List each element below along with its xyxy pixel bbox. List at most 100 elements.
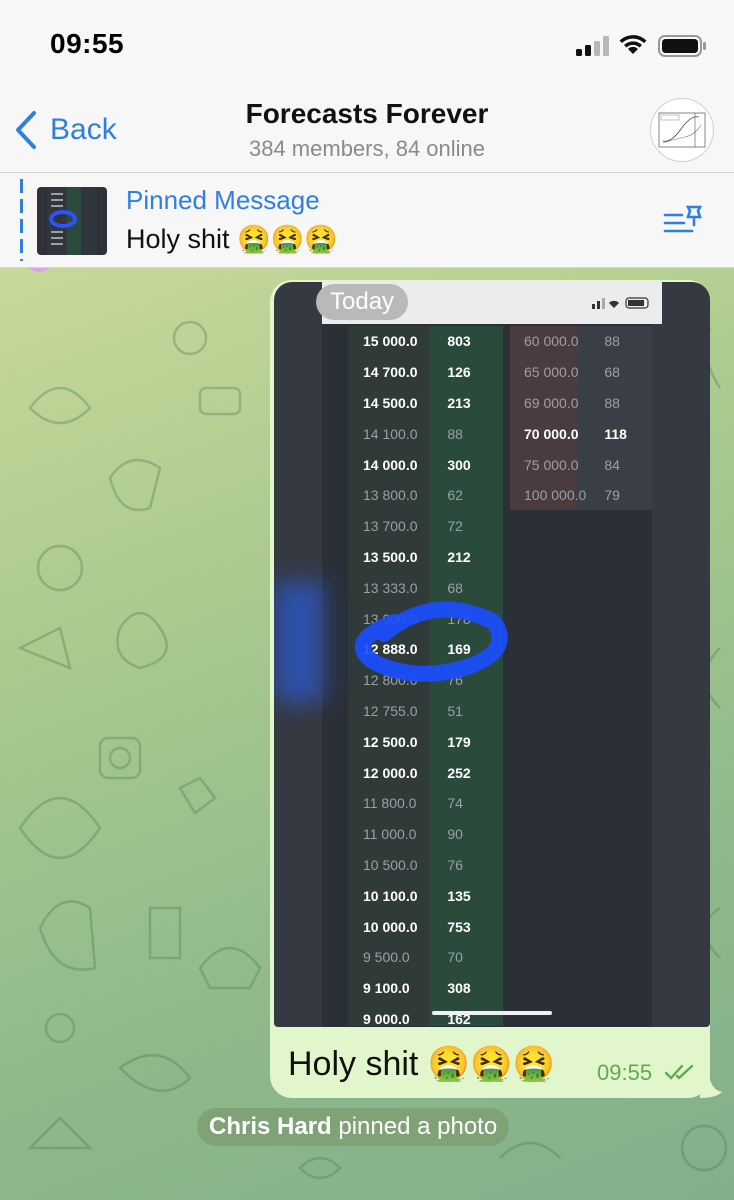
battery-icon bbox=[658, 35, 706, 57]
cellular-signal-icon bbox=[576, 36, 609, 56]
bid-price: 11 000.0 bbox=[363, 826, 417, 843]
bid-qty: 753 bbox=[447, 918, 471, 935]
bid-row: 14 700.0 126 bbox=[348, 357, 503, 388]
bid-qty: 90 bbox=[447, 826, 463, 843]
bid-price: 9 100.0 bbox=[363, 980, 410, 997]
ask-price: 65 000.0 bbox=[524, 364, 579, 381]
bid-price: 14 700.0 bbox=[363, 364, 418, 381]
chat-header: Back Forecasts Forever 384 members, 84 o… bbox=[0, 92, 734, 172]
ask-qty: 118 bbox=[604, 425, 627, 442]
bid-row: 10 500.0 76 bbox=[348, 850, 503, 881]
ask-row: 65 000.0 68 bbox=[510, 357, 652, 388]
ask-table: 60 000.0 88 65 000.0 68 69 000.0 88 70 000.0 11… bbox=[510, 326, 652, 510]
bid-price: 13 800.0 bbox=[363, 487, 418, 504]
pinned-indicator bbox=[20, 179, 23, 261]
bid-price: 14 100.0 bbox=[363, 425, 418, 442]
bid-qty: 88 bbox=[447, 425, 463, 442]
bid-price: 11 800.0 bbox=[363, 795, 417, 812]
bid-row: 10 100.0 135 bbox=[348, 880, 503, 911]
bid-qty: 252 bbox=[447, 764, 471, 781]
ask-price: 75 000.0 bbox=[524, 456, 579, 473]
bid-qty: 62 bbox=[447, 487, 463, 504]
ask-qty: 88 bbox=[604, 394, 620, 411]
bid-qty: 76 bbox=[447, 856, 463, 873]
bid-price: 9 000.0 bbox=[363, 1010, 410, 1027]
bid-qty: 74 bbox=[447, 795, 463, 812]
bid-price: 12 500.0 bbox=[363, 733, 418, 750]
bid-row: 11 800.0 74 bbox=[348, 788, 503, 819]
bid-qty: 179 bbox=[447, 733, 471, 750]
ask-row: 100 000.0 79 bbox=[510, 480, 652, 511]
bid-qty: 803 bbox=[447, 333, 471, 350]
chart-thumbnail-icon bbox=[658, 112, 706, 148]
bid-price: 10 500.0 bbox=[363, 856, 418, 873]
bid-qty: 300 bbox=[447, 456, 471, 473]
bid-row: 14 100.0 88 bbox=[348, 418, 503, 449]
bid-row: 9 100.0 308 bbox=[348, 973, 503, 1004]
service-message[interactable]: Chris Hard pinned a photo bbox=[197, 1108, 510, 1146]
ask-qty: 68 bbox=[604, 364, 620, 381]
chat-subtitle: 384 members, 84 online bbox=[248, 136, 486, 161]
bid-price: 14 500.0 bbox=[363, 394, 418, 411]
message-text: Holy shit 🤮🤮🤮 bbox=[288, 1045, 555, 1083]
ask-qty: 79 bbox=[604, 487, 620, 504]
ask-row: 69 000.0 88 bbox=[510, 388, 652, 419]
bid-row: 12 000.0 252 bbox=[348, 757, 503, 788]
bid-qty: 135 bbox=[447, 887, 471, 904]
status-bar: 09:55 bbox=[0, 0, 734, 92]
ask-price: 69 000.0 bbox=[524, 394, 579, 411]
bid-row: 14 000.0 300 bbox=[348, 449, 503, 480]
bid-qty: 308 bbox=[447, 980, 471, 997]
group-avatar[interactable] bbox=[650, 98, 714, 162]
message-photo[interactable]: 15 000.0 803 14 700.0 126 14 500.0 213 14 100.… bbox=[274, 282, 710, 1027]
ask-price: 60 000.0 bbox=[524, 333, 579, 350]
bid-row: 11 000.0 90 bbox=[348, 819, 503, 850]
status-time: 09:55 bbox=[50, 28, 125, 59]
pinned-text: Holy shit 🤮🤮🤮 bbox=[126, 224, 338, 254]
bid-row: 10 000.0 753 bbox=[348, 911, 503, 942]
bid-price: 10 000.0 bbox=[363, 918, 418, 935]
ask-qty: 84 bbox=[604, 456, 620, 473]
chat-title[interactable]: Forecasts Forever bbox=[0, 98, 734, 130]
bid-qty: 126 bbox=[447, 364, 471, 381]
service-action: pinned a photo bbox=[331, 1113, 498, 1140]
date-badge: Today bbox=[316, 284, 409, 320]
bid-price: 10 100.0 bbox=[363, 887, 418, 904]
ask-row: 60 000.0 88 bbox=[510, 326, 652, 357]
double-check-icon bbox=[664, 1064, 694, 1080]
pinned-thumbnail bbox=[37, 187, 107, 255]
bid-qty: 212 bbox=[447, 548, 471, 565]
bid-qty: 213 bbox=[447, 394, 471, 411]
bid-price: 9 500.0 bbox=[363, 949, 410, 966]
bid-row: 14 500.0 213 bbox=[348, 388, 503, 419]
bid-qty: 51 bbox=[447, 702, 463, 719]
ask-row: 75 000.0 84 bbox=[510, 449, 652, 480]
bid-price: 15 000.0 bbox=[363, 333, 418, 350]
bid-price: 13 500.0 bbox=[363, 548, 418, 565]
photo-blur-accent bbox=[274, 582, 324, 702]
photo-status-icons bbox=[592, 297, 649, 309]
photo-home-indicator bbox=[432, 1011, 552, 1015]
bid-row: 12 500.0 179 bbox=[348, 726, 503, 757]
pinned-message-bar[interactable]: Pinned Message Holy shit 🤮🤮🤮 bbox=[0, 172, 734, 268]
bid-row: 9 000.0 162 bbox=[348, 1004, 503, 1027]
bid-price: 12 000.0 bbox=[363, 764, 418, 781]
chat-background: 15 000.0 803 14 700.0 126 14 500.0 213 14 100.… bbox=[0, 268, 734, 1200]
bid-price: 14 000.0 bbox=[363, 456, 418, 473]
message-time: 09:55 bbox=[597, 1060, 653, 1085]
ask-row: 70 000.0 118 bbox=[510, 418, 652, 449]
ask-price: 100 000.0 bbox=[524, 487, 587, 504]
wifi-icon bbox=[619, 35, 647, 54]
bid-row: 13 500.0 212 bbox=[348, 542, 503, 573]
pin-list-icon[interactable] bbox=[662, 203, 706, 239]
bid-row: 9 500.0 70 bbox=[348, 942, 503, 973]
scribble-circle-icon bbox=[354, 601, 508, 682]
ask-qty: 88 bbox=[604, 333, 620, 350]
bid-price: 13 700.0 bbox=[363, 518, 418, 535]
bid-qty: 72 bbox=[447, 518, 463, 535]
bid-row: 13 800.0 62 bbox=[348, 480, 503, 511]
ask-price: 70 000.0 bbox=[524, 425, 579, 442]
service-user[interactable]: Chris Hard bbox=[209, 1113, 332, 1140]
bid-price: 12 755.0 bbox=[363, 702, 418, 719]
bubble-tail bbox=[700, 1070, 722, 1098]
